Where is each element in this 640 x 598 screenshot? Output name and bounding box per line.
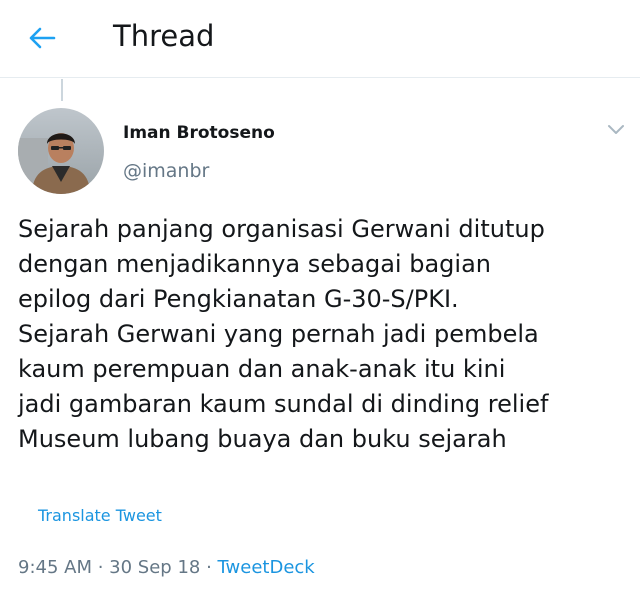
author-handle[interactable]: @imanbr: [123, 158, 209, 184]
back-button[interactable]: [20, 18, 64, 58]
avatar[interactable]: [18, 108, 104, 194]
tweet-menu-button[interactable]: [602, 116, 630, 144]
chevron-down-icon: [608, 125, 624, 134]
tweet-text: Sejarah panjang organisasi Gerwani ditut…: [18, 215, 549, 453]
translate-tweet-link[interactable]: Translate Tweet: [38, 505, 162, 527]
tweet-metadata: 9:45 AM · 30 Sep 18 · TweetDeck: [18, 556, 315, 580]
page-title: Thread: [113, 19, 215, 53]
tweet-date: 30 Sep 18: [109, 557, 201, 578]
tweet-time: 9:45 AM: [18, 557, 92, 578]
header-bar: Thread: [0, 0, 640, 78]
author-name[interactable]: Iman Brotoseno: [123, 121, 275, 145]
thread-connector-line: [61, 79, 63, 101]
meta-separator: ·: [200, 557, 218, 578]
thread-screen: Thread Iman Brotoseno @imanbr Sejarah pa…: [0, 0, 640, 598]
avatar-image: [18, 108, 104, 194]
tweet-source-link[interactable]: TweetDeck: [218, 557, 315, 578]
meta-separator: ·: [92, 557, 110, 578]
arrow-left-icon: [29, 27, 56, 49]
